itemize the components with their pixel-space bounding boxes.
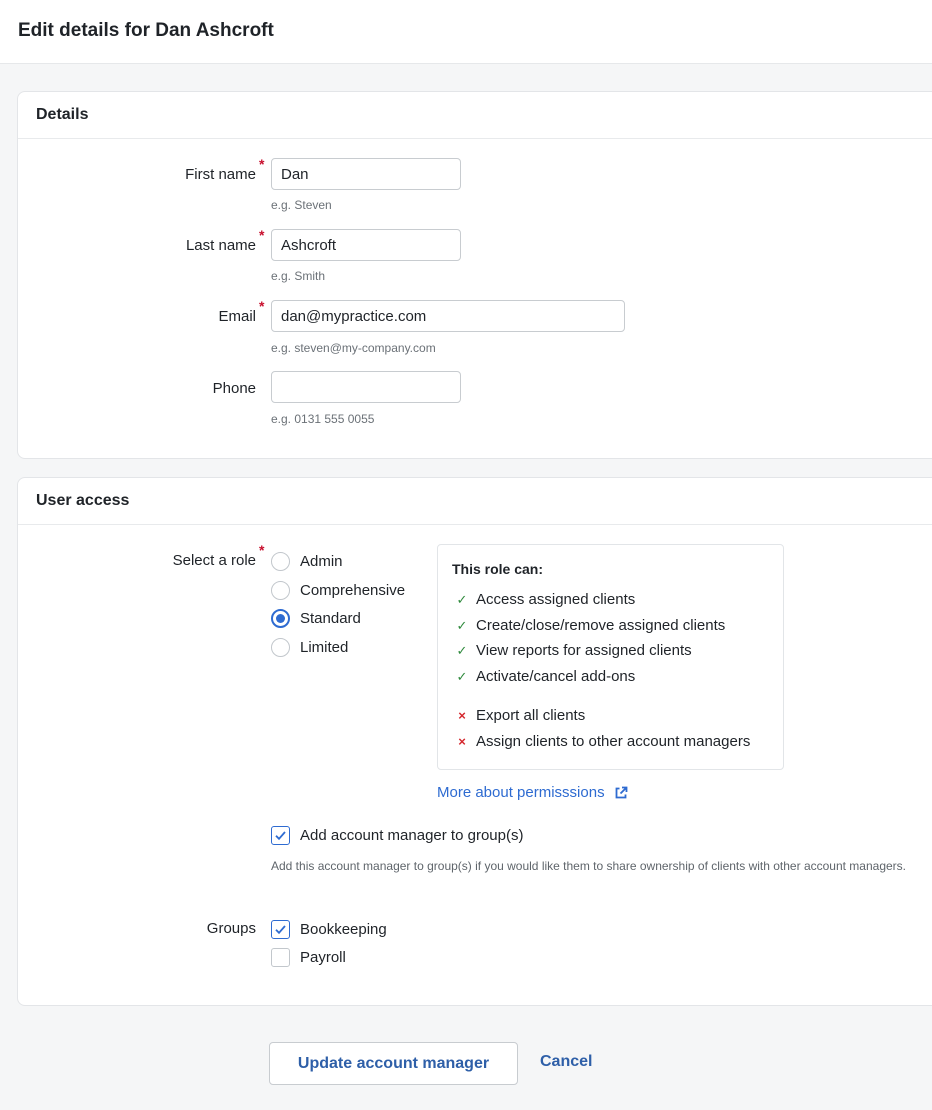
first-name-hint: e.g. Steven [271,198,332,212]
last-name-label: Last name [185,237,256,254]
phone-input[interactable] [271,371,461,403]
email-hint: e.g. steven@my-company.com [271,341,436,355]
add-to-group-option[interactable]: Add account manager to group(s) [271,824,523,846]
group-option-payroll[interactable]: Payroll [271,946,346,968]
user-access-heading: User access [18,478,932,525]
role-option-admin[interactable]: Admin [271,550,343,572]
user-access-card: User access Select a role * Admin Compre… [17,477,932,1006]
permission-allowed: ✓ Access assigned clients [454,591,636,608]
more-about-permissions-link[interactable]: More about permisssions [437,784,629,801]
email-required-marker: * [259,298,265,314]
group-checkbox-checked[interactable] [271,919,290,939]
email-label: Email [218,308,256,325]
radio-button[interactable] [271,637,290,657]
role-option-label: Admin [300,552,343,570]
role-option-label: Comprehensive [300,581,406,599]
external-link-icon [613,785,629,801]
first-name-label: First name [185,166,256,183]
group-option-label: Payroll [300,948,346,966]
check-icon: ✓ [456,591,468,607]
group-checkbox[interactable] [271,947,290,967]
check-icon: ✓ [456,617,468,633]
role-option-label: Standard [300,609,361,627]
first-name-required-marker: * [259,156,265,172]
page-title: Edit details for Dan Ashcroft [18,20,274,41]
permission-text: Activate/cancel add-ons [476,668,636,685]
role-option-label: Limited [300,638,349,656]
last-name-input[interactable] [271,229,461,261]
add-to-group-description: Add this account manager to group(s) if … [271,859,906,873]
phone-hint: e.g. 0131 555 0055 [271,412,375,426]
permission-allowed: ✓ Create/close/remove assigned clients [454,617,726,634]
cross-icon: × [458,708,466,723]
check-icon: ✓ [456,668,468,684]
role-option-limited[interactable]: Limited [271,636,348,658]
role-option-comprehensive[interactable]: Comprehensive [271,579,405,601]
cancel-button[interactable]: Cancel [540,1053,592,1071]
role-required-marker: * [259,542,265,558]
permission-allowed: ✓ View reports for assigned clients [454,642,692,659]
checkmark-icon [275,830,286,840]
permission-text: Assign clients to other account managers [476,733,751,750]
update-account-manager-button[interactable]: Update account manager [269,1042,518,1085]
add-to-group-label: Add account manager to group(s) [300,826,524,844]
group-option-bookkeeping[interactable]: Bookkeeping [271,918,387,940]
permission-allowed: ✓ Activate/cancel add-ons [454,668,636,685]
check-icon: ✓ [456,642,468,658]
permission-text: Create/close/remove assigned clients [476,617,726,634]
role-label: Select a role [172,552,256,569]
radio-button-selected[interactable] [271,608,290,628]
checkmark-icon [275,924,286,934]
page-header: Edit details for Dan Ashcroft [0,0,932,64]
details-card: Details First name * e.g. Steven Last na… [17,91,932,459]
add-to-group-checkbox[interactable] [271,825,290,845]
role-option-standard[interactable]: Standard [271,607,361,629]
radio-dot [276,613,285,623]
role-permissions-panel: This role can: ✓ Access assigned clients… [437,544,784,770]
permissions-title: This role can: [452,561,544,577]
group-option-label: Bookkeeping [300,920,387,938]
phone-label: Phone [212,380,256,397]
permission-denied: × Assign clients to other account manage… [454,733,750,750]
more-about-permissions-text: More about permisssions [437,784,605,801]
radio-button[interactable] [271,551,290,571]
last-name-hint: e.g. Smith [271,269,326,283]
cross-icon: × [458,734,466,749]
permission-text: Export all clients [476,707,586,724]
permission-text: View reports for assigned clients [476,642,692,659]
last-name-required-marker: * [259,227,265,243]
details-heading: Details [18,92,932,139]
email-input[interactable] [271,300,625,332]
permission-denied: × Export all clients [454,707,585,724]
radio-button[interactable] [271,580,290,600]
first-name-input[interactable] [271,158,461,190]
groups-label: Groups [206,920,256,937]
permission-text: Access assigned clients [476,591,636,608]
